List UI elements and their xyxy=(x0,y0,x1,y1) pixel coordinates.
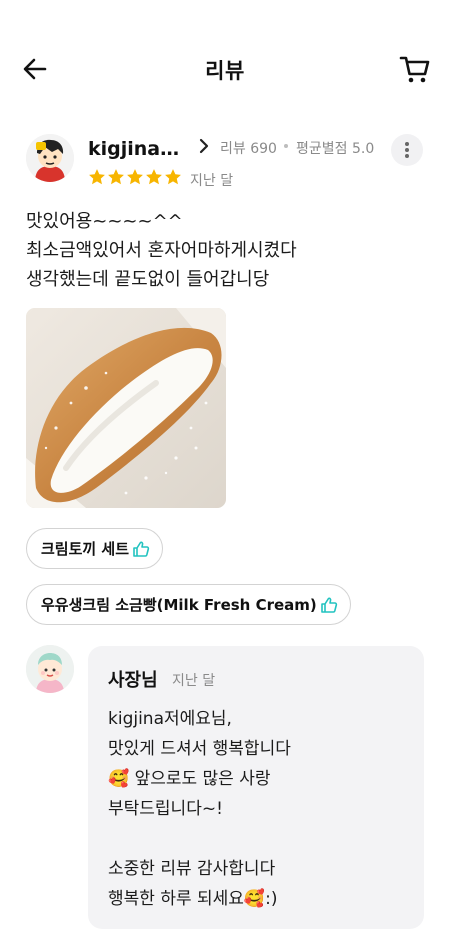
separator-dot xyxy=(284,144,288,148)
cart-icon[interactable] xyxy=(398,52,432,86)
owner-reply-text: kigjina저에요님, 맛있게 드셔서 행복합니다 🥰 앞으로도 많은 사랑 … xyxy=(108,709,291,909)
owner-reply-date: 지난 달 xyxy=(172,673,216,689)
menu-item-chip[interactable]: 크림토끼 세트 xyxy=(26,528,164,569)
more-options-button[interactable] xyxy=(391,134,423,166)
thumbs-up-icon xyxy=(320,597,337,613)
star-icon xyxy=(89,169,105,185)
reviewer-average-rating: 평균별점 5.0 xyxy=(296,141,375,157)
more-dot-icon xyxy=(405,154,409,158)
more-dot-icon xyxy=(405,148,409,152)
thumbs-up-icon xyxy=(133,541,150,557)
star-icon xyxy=(127,169,143,185)
star-rating xyxy=(88,168,182,188)
reviewer-avatar[interactable] xyxy=(26,134,74,182)
page-title: 리뷰 xyxy=(205,59,245,83)
chevron-right-icon[interactable] xyxy=(196,136,212,156)
menu-item-label: 크림토끼 세트 xyxy=(41,540,130,558)
app-header: 리뷰 xyxy=(0,0,450,130)
menu-item-label: 우유생크림 소금빵(Milk Fresh Cream) xyxy=(41,596,317,614)
star-icon xyxy=(146,169,162,185)
review-photo[interactable] xyxy=(26,308,226,508)
reviewer-review-count: 리뷰 690 xyxy=(220,141,277,157)
star-icon xyxy=(165,169,181,185)
owner-name: 사장님 xyxy=(108,670,158,691)
reviewer-name[interactable]: kigjina저… xyxy=(88,134,190,161)
more-dot-icon xyxy=(405,142,409,146)
star-icon xyxy=(108,169,124,185)
review-date: 지난 달 xyxy=(190,173,234,189)
menu-item-chip[interactable]: 우유생크림 소금빵(Milk Fresh Cream) xyxy=(26,584,351,625)
review-text: 맛있어용~~~~^^ 최소금액있어서 혼자어마하게시켰다 생각했는데 끝도없이 … xyxy=(26,211,297,290)
owner-reply: 사장님 지난 달 kigjina저에요님, 맛있게 드셔서 행복합니다 🥰 앞으… xyxy=(88,646,424,929)
owner-avatar xyxy=(26,645,74,693)
